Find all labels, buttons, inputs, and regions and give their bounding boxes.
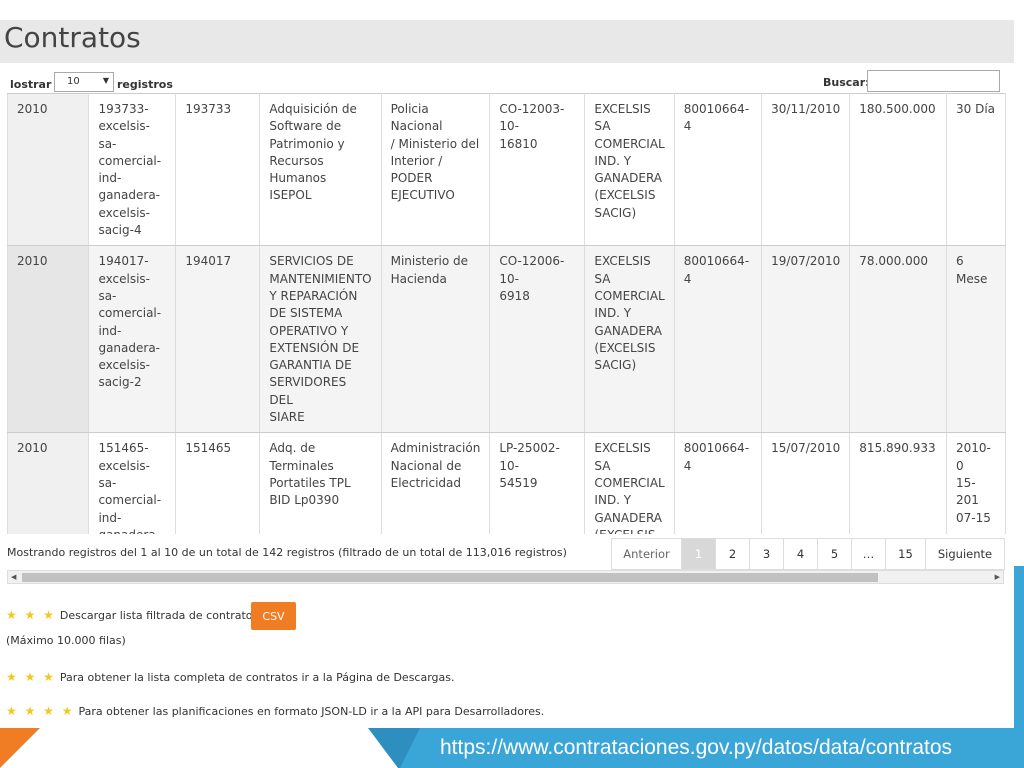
- page-button-2[interactable]: 2: [716, 539, 750, 569]
- table-cell: 193733: [175, 93, 261, 247]
- page-ellipsis: …: [852, 539, 886, 569]
- records-label: registros: [117, 78, 173, 91]
- table-cell: 2010-0 15-201 07-15: [946, 432, 1006, 534]
- page-size-value: 10: [67, 76, 80, 87]
- table-cell: EXCELSIS SA COMERCIAL IND. Y GANADERA (E…: [584, 93, 675, 247]
- table-cell: Adq. de Terminales Portatiles TPL BID Lp…: [259, 432, 382, 534]
- star-icon: ★ ★ ★: [6, 670, 56, 684]
- table-cell: 30/11/2010: [761, 93, 851, 247]
- star-icon: ★ ★ ★ ★: [6, 704, 75, 718]
- page-button-15[interactable]: 15: [886, 539, 926, 569]
- table-cell: 2010: [7, 245, 90, 434]
- table-row: 2010 194017- excelsis-sa- comercial- ind-…: [7, 245, 1006, 434]
- title-bar: Contratos: [0, 20, 1014, 63]
- table-cell: 194017: [175, 245, 261, 434]
- table-cell: 15/07/2010: [761, 432, 851, 534]
- table-cell: 194017- excelsis-sa- comercial- ind- gan…: [88, 245, 177, 434]
- table-cell: Policia Nacional / Ministerio del Interi…: [381, 93, 491, 247]
- table-cell: 151465- excelsis-sa- comercial- ind- gan…: [88, 432, 177, 534]
- search-label: Buscar:: [823, 76, 870, 89]
- table-cell: 815.890.933: [849, 432, 947, 534]
- table-cell: 80010664-4: [674, 93, 763, 247]
- table-cell: 2010: [7, 93, 90, 247]
- table-cell: 19/07/2010: [761, 245, 851, 434]
- footer-url: https://www.contrataciones.gov.py/datos/…: [440, 736, 953, 759]
- star-icon: ★ ★ ★: [6, 608, 56, 622]
- download-note: ★ ★ ★ Descargar lista filtrada de contra…: [6, 608, 262, 622]
- horizontal-scrollbar[interactable]: ◀ ▶: [7, 570, 1004, 584]
- screenshot-panel: Contratos lostrar 10 ▼ registros Buscar:…: [0, 20, 1014, 728]
- table-cell: LP-25002-10- 54519: [489, 432, 586, 534]
- table-row: 2010 151465- excelsis-sa- comercial- ind-…: [7, 432, 1006, 534]
- api-note: ★ ★ ★ ★ Para obtener las planificaciones…: [6, 704, 544, 718]
- page-size-select[interactable]: 10 ▼: [54, 72, 114, 92]
- table-cell: CO-12006-10- 6918: [489, 245, 586, 434]
- table-cell: SERVICIOS DE MANTENIMIENTO Y REPARACIÓN …: [259, 245, 382, 434]
- table-cell: Administración Nacional de Electricidad: [381, 432, 491, 534]
- table-cell: CO-12003-10- 16810: [489, 93, 586, 247]
- page-button-4[interactable]: 4: [784, 539, 818, 569]
- table-cell: 80010664-4: [674, 245, 763, 434]
- search-input[interactable]: [867, 70, 1000, 92]
- show-label: lostrar: [10, 78, 52, 91]
- page-button-3[interactable]: 3: [750, 539, 784, 569]
- table-cell: 80010664-4: [674, 432, 763, 534]
- pagination: Anterior 1 2 3 4 5 … 15 Siguiente: [611, 538, 1005, 570]
- table-cell: 78.000.000: [849, 245, 947, 434]
- page-button-5[interactable]: 5: [818, 539, 852, 569]
- scrollbar-thumb[interactable]: [22, 573, 878, 582]
- table-cell: 151465: [175, 432, 261, 534]
- download-text: Descargar lista filtrada de contratos:: [59, 608, 262, 622]
- table-info: Mostrando registros del 1 al 10 de un to…: [7, 546, 567, 559]
- next-page-button[interactable]: Siguiente: [926, 539, 1004, 569]
- table-cell: 193733- excelsis-sa- comercial- ind- gan…: [88, 93, 177, 247]
- contracts-table: 2010 193733- excelsis-sa- comercial- ind-…: [7, 93, 1006, 534]
- prev-page-button[interactable]: Anterior: [612, 539, 682, 569]
- scroll-left-icon[interactable]: ◀: [11, 571, 16, 583]
- table-cell: Ministerio de Hacienda: [381, 245, 491, 434]
- page-title: Contratos: [4, 21, 141, 54]
- page-button-1[interactable]: 1: [682, 539, 716, 569]
- table-controls: lostrar 10 ▼ registros Buscar:: [0, 70, 1006, 94]
- table-cell: EXCELSIS SA COMERCIAL IND. Y GANADERA (E…: [584, 245, 675, 434]
- full-list-note: ★ ★ ★ Para obtener la lista completa de …: [6, 670, 455, 684]
- table-row: 2010 193733- excelsis-sa- comercial- ind-…: [7, 93, 1006, 247]
- full-list-text[interactable]: Para obtener la lista completa de contra…: [60, 671, 455, 684]
- table-cell: Adquisición de Software de Patrimonio y …: [259, 93, 382, 247]
- chevron-down-icon: ▼: [102, 76, 109, 85]
- scroll-right-icon[interactable]: ▶: [995, 571, 1000, 583]
- table-cell: 30 Día: [946, 93, 1006, 247]
- table-cell: 180.500.000: [849, 93, 947, 247]
- table-cell: 6 Mese: [946, 245, 1006, 434]
- table-cell: 2010: [7, 432, 90, 534]
- csv-button[interactable]: CSV: [251, 602, 296, 630]
- table-cell: EXCELSIS SA COMERCIAL IND. Y GANADERA (E…: [584, 432, 675, 534]
- contracts-table-wrap: 2010 193733- excelsis-sa- comercial- ind-…: [7, 93, 1006, 534]
- api-text[interactable]: Para obtener las planificaciones en form…: [78, 705, 544, 718]
- max-rows-note: (Máximo 10.000 filas): [6, 634, 126, 647]
